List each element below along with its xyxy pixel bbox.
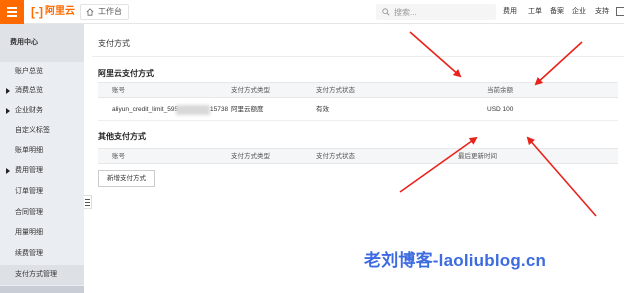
expand-caret-icon [6, 108, 10, 114]
message-icon[interactable] [616, 7, 624, 16]
status-cell: 有效 [316, 106, 329, 113]
account-cell-suffix: 15738 [210, 106, 229, 113]
search-input[interactable]: 搜索... [376, 4, 496, 20]
sidebar-item-usage-details[interactable]: 用量明细 [0, 223, 84, 243]
app-window: [-] 阿里云 工作台 搜索... 费用 工单 备案 企业 支持 费用中心 账户… [0, 0, 624, 293]
sidebar-item-label: 自定义标签 [15, 127, 50, 134]
sidebar-item-label: 账户总览 [15, 68, 43, 75]
aliyun-payment-section-title: 阿里云支付方式 [98, 69, 154, 78]
column-header-type: 支付方式类型 [231, 87, 270, 94]
sidebar-item-label: 续费管理 [15, 250, 43, 257]
other-table-header: 账号 支付方式类型 支付方式状态 最后更新时间 [98, 148, 618, 164]
column-header-status: 支付方式状态 [316, 153, 355, 160]
search-icon [382, 8, 390, 16]
sidebar-item-bill-details[interactable]: 账单明细 [0, 141, 84, 161]
workbench-label: 工作台 [98, 7, 122, 16]
sidebar-item-label: 账单明细 [15, 147, 43, 154]
other-payment-section-title: 其他支付方式 [98, 132, 146, 141]
column-header-account: 账号 [112, 87, 125, 94]
aliyun-table-header: 账号 支付方式类型 支付方式状态 当前余额 [98, 82, 618, 98]
sidebar-item-enterprise-finance[interactable]: 企业财务 [0, 101, 84, 121]
sidebar-item-custom-tags[interactable]: 自定义标签 [0, 121, 84, 141]
sidebar-item-contracts[interactable]: 合同管理 [0, 203, 84, 223]
sidebar-scroll-edge [0, 286, 84, 293]
nav-enterprise[interactable]: 企业 [572, 0, 586, 24]
sidebar-item-label: 合同管理 [15, 209, 43, 216]
expand-caret-icon [6, 168, 10, 174]
sidebar: 费用中心 账户总览 消费总览 企业财务 自定义标签 账单明细 费用管理 订单管理… [0, 24, 84, 293]
aliyun-logo[interactable]: [-] 阿里云 [31, 6, 75, 18]
column-header-last-updated: 最后更新时间 [458, 153, 497, 160]
sidebar-item-account-overview[interactable]: 账户总览 [0, 62, 84, 82]
sidebar-title: 费用中心 [0, 24, 84, 62]
search-placeholder: 搜索... [394, 7, 417, 17]
column-header-account: 账号 [112, 153, 125, 160]
redacted-account [176, 105, 210, 115]
sidebar-item-spending-overview[interactable]: 消费总览 [0, 81, 84, 101]
nav-icp[interactable]: 备案 [550, 0, 564, 24]
sidebar-item-label: 消费总览 [15, 87, 43, 94]
watermark-text: 老刘博客-laoliublog.cn [364, 251, 547, 270]
type-cell: 阿里云额度 [231, 106, 264, 113]
logo-mark-icon: [-] [31, 5, 43, 19]
sidebar-item-label: 订单管理 [15, 188, 43, 195]
top-bar: [-] 阿里云 工作台 搜索... 费用 工单 备案 企业 支持 [0, 0, 624, 24]
sidebar-item-label: 费用管理 [15, 167, 43, 174]
account-cell-prefix: aliyun_credit_limit_595 [112, 106, 179, 113]
sidebar-item-label: 支付方式管理 [15, 271, 57, 278]
logo-text: 阿里云 [45, 6, 75, 17]
nav-ticket[interactable]: 工单 [528, 0, 542, 24]
table-row: aliyun_credit_limit_595 15738 阿里云额度 有效 U… [98, 99, 618, 121]
page-title: 支付方式 [98, 39, 130, 48]
sidebar-item-label: 企业财务 [15, 107, 43, 114]
title-divider [92, 56, 624, 57]
column-header-type: 支付方式类型 [231, 153, 270, 160]
menu-icon[interactable] [0, 0, 24, 24]
sidebar-collapse-handle[interactable] [84, 195, 92, 209]
balance-cell: USD 100 [487, 106, 514, 113]
sidebar-item-label: 用量明细 [15, 229, 43, 236]
add-payment-method-button[interactable]: 新增支付方式 [98, 170, 155, 187]
sidebar-item-renewal[interactable]: 续费管理 [0, 244, 84, 264]
expand-caret-icon [6, 88, 10, 94]
column-header-status: 支付方式状态 [316, 87, 355, 94]
nav-support[interactable]: 支持 [595, 0, 609, 24]
sidebar-item-cost-management[interactable]: 费用管理 [0, 161, 84, 181]
workbench-button[interactable]: 工作台 [80, 4, 129, 20]
nav-cost[interactable]: 费用 [503, 0, 517, 24]
sidebar-item-payment-methods[interactable]: 支付方式管理 [0, 265, 84, 285]
home-icon [86, 8, 94, 16]
sidebar-item-orders[interactable]: 订单管理 [0, 182, 84, 202]
column-header-balance: 当前余额 [487, 87, 513, 94]
